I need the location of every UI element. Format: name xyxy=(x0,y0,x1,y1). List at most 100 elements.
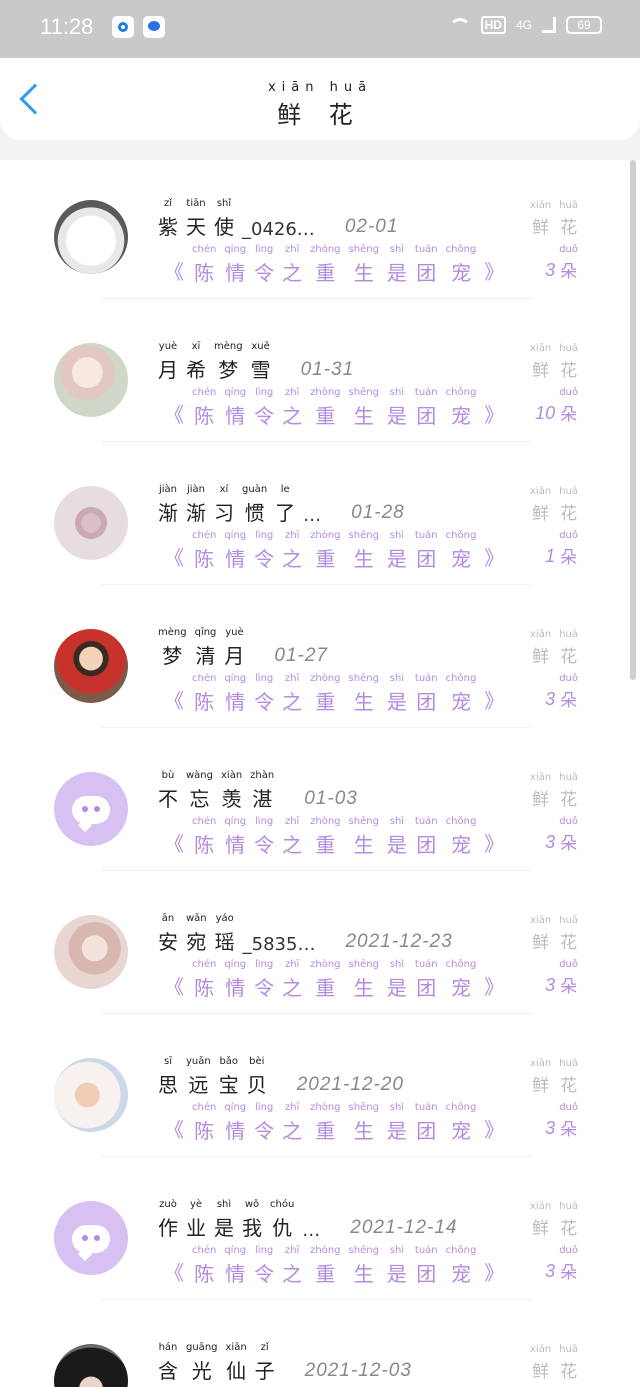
name-char: mèng 梦 xyxy=(214,341,243,383)
book-char-char: 之 xyxy=(282,261,303,285)
scrollbar[interactable] xyxy=(630,160,636,1387)
avatar-anime-girl-2-icon[interactable] xyxy=(54,915,128,989)
user-name[interactable]: ān 安 wǎn 宛 yáo 瑶 _5835… 2021-12-23 xyxy=(158,913,453,955)
gift-list[interactable]: zǐ 紫 tiān 天 shǐ 使 _0426… 02-01 《 chén 陈 qíng 情 lìng 令 z… xyxy=(0,160,640,1387)
book-title[interactable]: 《 chén 陈 qíng 情 lìng 令 zhī 之 zhòng 重 shēng 生 shì 是 tuán… xyxy=(164,1102,504,1144)
name-char-pinyin: xiàn xyxy=(221,770,243,781)
flower-char: huā 花 xyxy=(559,1201,578,1239)
book-char: chén 陈 xyxy=(192,816,216,858)
user-name[interactable]: mèng 梦 qīng 清 yuè 月 01-27 xyxy=(158,627,328,669)
list-item[interactable]: yuè 月 xī 希 mèng 梦 xuě 雪 01-31 《 chén 陈 qíng 情 lìng 令 zhī… xyxy=(0,299,620,442)
book-char: qíng 情 xyxy=(224,959,246,1001)
flower-char: huā 花 xyxy=(559,915,578,953)
book-char: chǒng 宠 xyxy=(446,1102,477,1144)
list-item[interactable]: sī 思 yuǎn 远 bǎo 宝 bèi 贝 2021-12-20 《 chén 陈 qíng 情 lìn… xyxy=(0,1014,620,1157)
avatar-baby-icon[interactable] xyxy=(54,1058,128,1132)
book-char-pinyin: chǒng xyxy=(445,959,477,970)
book-char-char: 宠 xyxy=(450,261,471,285)
list-item[interactable]: zǐ 紫 tiān 天 shǐ 使 _0426… 02-01 《 chén 陈 qíng 情 lìng 令 z… xyxy=(0,160,620,299)
network-label: 4G xyxy=(515,18,532,32)
flower-count: 10 duǒ 朵 xyxy=(535,387,578,425)
avatar-boy-icon[interactable] xyxy=(54,629,128,703)
avatar-dog-icon[interactable] xyxy=(54,200,128,274)
book-open-bracket: 《 xyxy=(164,689,184,713)
list-item[interactable]: jiàn 渐 jiàn 渐 xí 习 guàn 惯 le 了 … 01-28 《 chén 陈 qíng 情 lì… xyxy=(0,442,620,585)
book-char: lìng 令 xyxy=(254,1102,274,1144)
gift-date: 01-03 xyxy=(304,788,358,809)
book-char-char: 团 xyxy=(416,404,437,428)
book-char: shēng 生 xyxy=(349,1245,379,1287)
flower-char: xiān 鲜 xyxy=(530,1058,551,1096)
book-title[interactable]: 《 chén 陈 qíng 情 lìng 令 zhī 之 zhòng 重 shēng 生 shì 是 tuán… xyxy=(164,1245,504,1287)
book-char-char: 之 xyxy=(282,547,303,571)
book-char-pinyin: chén xyxy=(192,673,217,684)
name-char: zhàn 湛 xyxy=(250,770,274,812)
book-char-pinyin: tuán xyxy=(414,1245,438,1256)
book-char-char: 之 xyxy=(282,1119,303,1143)
book-title[interactable]: 《 chén 陈 qíng 情 lìng 令 zhī 之 zhòng 重 shēng 生 shì 是 tuán… xyxy=(164,244,504,286)
user-name[interactable]: sī 思 yuǎn 远 bǎo 宝 bèi 贝 2021-12-20 xyxy=(158,1056,404,1098)
book-char: tuán 团 xyxy=(415,1245,438,1287)
name-char: xí 习 xyxy=(214,484,234,526)
flower-char: xiān 鲜 xyxy=(530,343,551,381)
flower-char-pinyin: huā xyxy=(559,915,578,926)
book-char: shēng 生 xyxy=(349,959,379,1001)
book-title[interactable]: 《 chén 陈 qíng 情 lìng 令 zhī 之 zhòng 重 shēng 生 shì 是 tuán… xyxy=(164,530,504,572)
book-char: chǒng 宠 xyxy=(446,387,477,429)
name-char: bèi 贝 xyxy=(247,1056,267,1098)
list-item[interactable]: bù 不 wàng 忘 xiàn 羡 zhàn 湛 01-03 《 chén 陈 qíng 情 lìng 令 z… xyxy=(0,728,620,871)
book-char: shì 是 xyxy=(387,1102,407,1144)
user-name-row: hán 含 guāng 光 xiān 仙 zǐ 子 2021-12-03 xyxy=(158,1342,412,1384)
book-char-pinyin: zhī xyxy=(284,387,300,398)
book-title[interactable]: 《 chén 陈 qíng 情 lìng 令 zhī 之 zhòng 重 shēng 生 shì 是 tuán… xyxy=(164,387,504,429)
name-char: shì 是 xyxy=(214,1199,234,1241)
book-char-pinyin: zhī xyxy=(284,244,300,255)
name-char-char: 不 xyxy=(158,787,178,811)
flower-unit-pinyin: duǒ xyxy=(559,1245,578,1256)
book-char-pinyin: chén xyxy=(192,387,217,398)
book-char-pinyin: zhī xyxy=(284,816,300,827)
user-name[interactable]: bù 不 wàng 忘 xiàn 羡 zhàn 湛 01-03 xyxy=(158,770,358,812)
book-title[interactable]: 《 chén 陈 qíng 情 lìng 令 zhī 之 zhòng 重 shēng 生 shì 是 tuán… xyxy=(164,816,504,858)
list-item[interactable]: mèng 梦 qīng 清 yuè 月 01-27 《 chén 陈 qíng 情 lìng 令 zhī 之 z… xyxy=(0,585,620,728)
gift-date: 2021-12-03 xyxy=(304,1360,412,1381)
book-char-pinyin: tuán xyxy=(414,244,438,255)
flower-char-pinyin: xiān xyxy=(530,1201,552,1212)
user-name[interactable]: jiàn 渐 jiàn 渐 xí 习 guàn 惯 le 了 … 01-28 xyxy=(158,484,405,526)
book-char-pinyin: chǒng xyxy=(445,673,477,684)
avatar-eye-icon[interactable] xyxy=(54,486,128,560)
flower-char-pinyin: huā xyxy=(559,1201,578,1212)
user-name[interactable]: yuè 月 xī 希 mèng 梦 xuě 雪 01-31 xyxy=(158,341,354,383)
name-char: yuè 月 xyxy=(158,341,178,383)
book-char-pinyin: chén xyxy=(192,530,217,541)
flower-unit-char: 朵 xyxy=(560,691,578,711)
list-item[interactable]: ān 安 wǎn 宛 yáo 瑶 _5835… 2021-12-23 《 chén 陈 qíng 情 lì… xyxy=(0,871,620,1014)
list-item[interactable]: zuò 作 yè 业 shì 是 wǒ 我 chóu 仇 … 2021-12-14 《 chén 陈 qíng… xyxy=(0,1157,620,1300)
book-title[interactable]: 《 chén 陈 qíng 情 lìng 令 zhī 之 zhòng 重 shēng 生 shì 是 tuán… xyxy=(164,959,504,1001)
avatar-anime-girl-icon[interactable] xyxy=(54,343,128,417)
book-char-char: 重 xyxy=(315,261,336,285)
scrollbar-thumb[interactable] xyxy=(630,160,636,680)
name-char-pinyin: zuò xyxy=(159,1199,177,1210)
name-char: tiān 天 xyxy=(186,198,206,240)
flower-char-pinyin: xiān xyxy=(530,486,552,497)
book-title[interactable]: 《 chén 陈 qíng 情 lìng 令 zhī 之 zhòng 重 shēng 生 shì 是 tuán… xyxy=(164,673,504,715)
avatar-default-icon[interactable] xyxy=(54,1201,128,1275)
name-char: xiān 仙 xyxy=(226,1342,247,1384)
book-close-bracket: 》 xyxy=(484,975,505,999)
avatar-default-icon[interactable] xyxy=(54,772,128,846)
book-char: tuán 团 xyxy=(415,387,438,429)
name-char-pinyin: xī xyxy=(191,341,201,352)
list-item[interactable]: hán 含 guāng 光 xiān 仙 zǐ 子 2021-12-03 xiān 鲜 huā 花 xyxy=(0,1300,620,1387)
flower-char-pinyin: xiān xyxy=(530,1058,552,1069)
user-name[interactable]: zuò 作 yè 业 shì 是 wǒ 我 chóu 仇 … 2021-12-14 xyxy=(158,1199,458,1241)
flower-count: 3 duǒ 朵 xyxy=(545,1245,578,1283)
avatar-man-icon[interactable] xyxy=(54,1344,128,1387)
book-char-char: 之 xyxy=(282,1262,303,1286)
user-name[interactable]: zǐ 紫 tiān 天 shǐ 使 _0426… 02-01 xyxy=(158,198,398,240)
name-char-pinyin: wǎn xyxy=(186,913,207,924)
book-char: tuán 团 xyxy=(415,816,438,858)
user-name[interactable]: hán 含 guāng 光 xiān 仙 zǐ 子 2021-12-03 xyxy=(158,1342,412,1384)
chat-bubble-icon xyxy=(72,796,110,824)
flower-char-char: 花 xyxy=(560,647,578,667)
